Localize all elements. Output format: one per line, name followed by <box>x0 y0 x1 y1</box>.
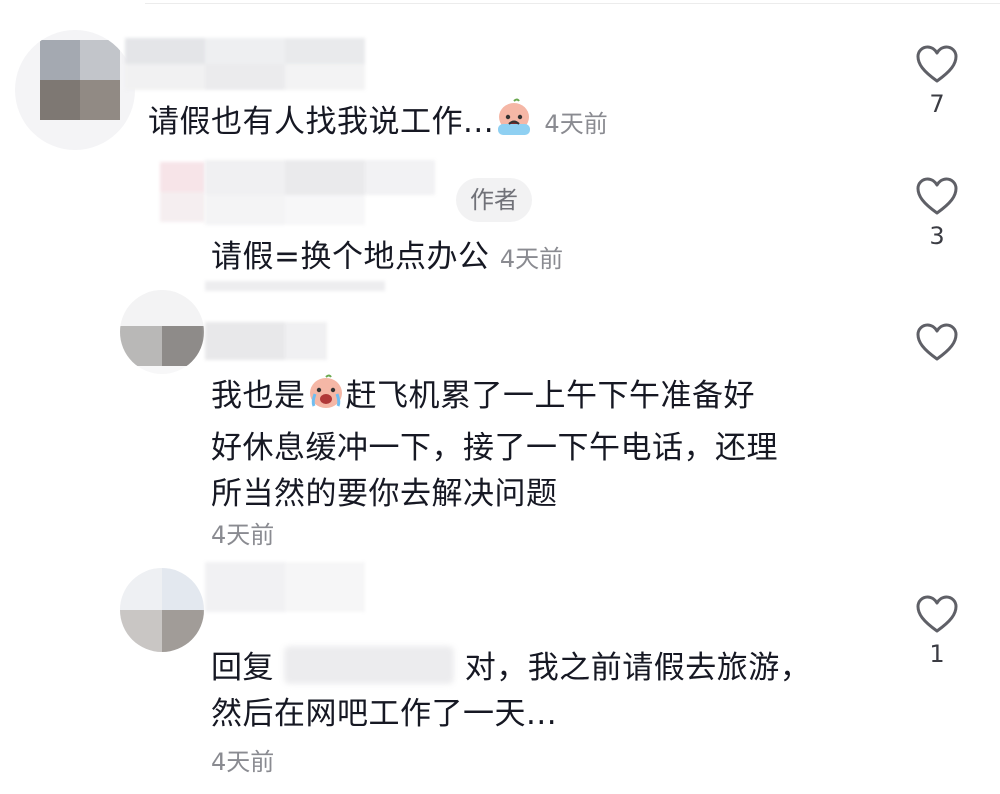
like-button[interactable] <box>907 322 967 362</box>
avatar[interactable] <box>120 568 204 652</box>
comment-text: 请假也有人找我说工作... 4天前 <box>148 98 608 151</box>
comment-text: 请假=换个地点办公 4天前 <box>211 234 563 282</box>
comment-line: 所当然的要你去解决问题 <box>211 476 558 512</box>
reply-prefix: 回复 <box>211 650 274 686</box>
avatar[interactable] <box>120 290 204 374</box>
comment-body: 请假也有人找我说工作... <box>148 104 495 140</box>
heart-outline-icon <box>916 177 958 215</box>
like-count: 1 <box>929 640 945 668</box>
comment-line: 好休息缓冲一下，接了一下午电话，还理 <box>211 430 778 466</box>
crying-baby-emoji-icon <box>306 372 346 425</box>
divider <box>145 3 1000 4</box>
comment-body: 赶飞机累了一上午下午准备好 <box>345 378 755 414</box>
comment-time: 4天前 <box>211 521 275 549</box>
comment-body: 我也是 <box>211 378 306 414</box>
like-count: 3 <box>929 222 945 250</box>
heart-outline-icon <box>916 595 958 633</box>
username-redacted[interactable] <box>205 322 335 360</box>
heart-outline-icon <box>916 323 958 361</box>
redacted-username <box>284 646 455 684</box>
like-button[interactable]: 7 <box>907 44 967 118</box>
comment-line: 然后在网吧工作了一天... <box>211 696 558 732</box>
comment-time: 4天前 <box>211 748 275 776</box>
comment-time: 4天前 <box>499 245 564 273</box>
comment-time: 4天前 <box>544 110 608 138</box>
heart-outline-icon <box>916 45 958 83</box>
username-redacted[interactable] <box>205 150 445 230</box>
like-button[interactable]: 1 <box>907 594 967 668</box>
comment-body: 对，我之前请假去旅游， <box>464 650 812 686</box>
comment-line: 回复 对，我之前请假去旅游， <box>211 645 811 691</box>
comment-body: 请假=换个地点办公 <box>211 239 490 275</box>
author-tag: 作者 <box>456 178 532 222</box>
username-redacted[interactable] <box>205 562 405 617</box>
like-button[interactable]: 3 <box>907 176 967 250</box>
like-count: 7 <box>929 90 945 118</box>
username-redacted[interactable] <box>125 38 375 90</box>
avatar[interactable] <box>15 30 135 150</box>
comment-line: 我也是 赶飞机累了一上午下午准备好 <box>211 372 778 425</box>
comment-text: 回复 对，我之前请假去旅游， 然后在网吧工作了一天... <box>211 645 811 737</box>
divider-redacted <box>205 281 385 291</box>
crying-baby-emoji-icon <box>494 98 534 151</box>
comment-text: 我也是 赶飞机累了一上午下午准备好 好休息缓冲一下，接了一下午电话，还理 所当然… <box>211 372 778 517</box>
